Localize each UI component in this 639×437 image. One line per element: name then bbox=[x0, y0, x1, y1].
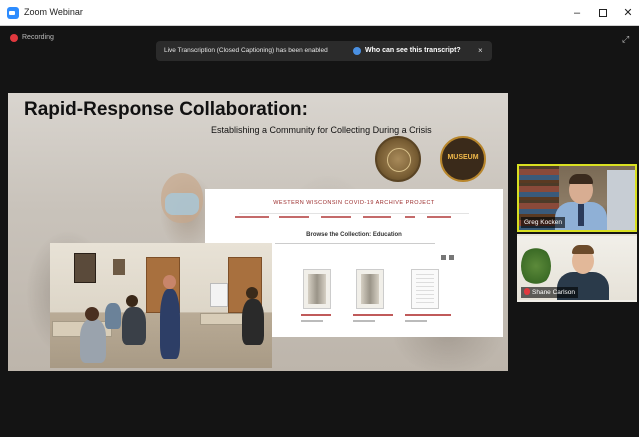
title-bar: Zoom Webinar – ✕ bbox=[0, 0, 639, 26]
student-image bbox=[105, 303, 121, 329]
window-title: Zoom Webinar bbox=[24, 7, 83, 17]
wall-painting-image bbox=[113, 259, 125, 275]
website-rule bbox=[275, 243, 435, 244]
muted-microphone-icon bbox=[524, 288, 530, 295]
website-divider bbox=[239, 213, 469, 214]
collection-item-caption bbox=[353, 314, 393, 316]
recording-dot-icon bbox=[10, 34, 18, 42]
participant-video-tile[interactable]: Greg Kocken bbox=[517, 164, 637, 232]
participant-name-tag: Shane Carlson bbox=[521, 287, 578, 298]
student-image bbox=[242, 299, 264, 345]
maximize-button[interactable] bbox=[591, 4, 615, 22]
teacher-head-image bbox=[163, 275, 176, 289]
teacher-image bbox=[160, 289, 180, 359]
tie-image bbox=[578, 204, 584, 226]
collection-item-caption bbox=[301, 314, 331, 316]
list-view-icon bbox=[449, 255, 454, 260]
museum-logo-text: MUSEUM bbox=[447, 154, 479, 161]
window-image bbox=[607, 170, 635, 230]
university-seal-logo bbox=[375, 136, 421, 182]
slide-subtitle: Establishing a Community for Collecting … bbox=[211, 125, 432, 135]
student-image bbox=[80, 319, 106, 363]
participant-video-tile[interactable]: Shane Carlson bbox=[517, 234, 637, 302]
who-can-see-transcript-link[interactable]: Who can see this transcript? bbox=[365, 41, 461, 61]
student-head-image bbox=[126, 295, 138, 307]
student-head-image bbox=[246, 287, 258, 299]
banner-message: Live Transcription (Closed Captioning) h… bbox=[164, 47, 328, 54]
website-nav bbox=[235, 216, 475, 224]
museum-logo: MUSEUM bbox=[440, 136, 486, 182]
browse-heading: Browse the Collection: Education bbox=[306, 232, 402, 238]
maximize-icon bbox=[599, 9, 607, 18]
banner-close-button[interactable]: × bbox=[478, 41, 483, 61]
easel-image bbox=[210, 283, 228, 307]
participant-hair-image bbox=[572, 245, 594, 254]
zoom-webinar-window: Zoom Webinar – ✕ Recording ⤢ Live Transc… bbox=[0, 0, 639, 437]
minimize-button[interactable]: – bbox=[565, 4, 589, 22]
wall-painting-image bbox=[74, 253, 96, 283]
collection-item-thumbnail bbox=[411, 269, 439, 309]
zoom-logo-icon bbox=[7, 7, 19, 19]
collection-item-thumbnail bbox=[303, 269, 331, 309]
close-button[interactable]: ✕ bbox=[616, 4, 639, 22]
participant-name: Shane Carlson bbox=[532, 289, 575, 296]
plant-image bbox=[521, 246, 551, 286]
collection-item-thumbnail bbox=[356, 269, 384, 309]
face-mask-image bbox=[165, 193, 199, 215]
student-head-image bbox=[85, 307, 99, 321]
collection-item-caption bbox=[405, 314, 451, 316]
website-title: WESTERN WISCONSIN COVID-19 ARCHIVE PROJE… bbox=[273, 200, 435, 206]
shared-screen-slide: Rapid-Response Collaboration: Establishi… bbox=[8, 93, 508, 371]
classroom-photo bbox=[50, 243, 272, 368]
collection-item-date bbox=[405, 320, 427, 322]
student-image bbox=[122, 307, 146, 345]
grid-view-icon bbox=[441, 255, 446, 260]
recording-label: Recording bbox=[22, 34, 54, 41]
collection-item-date bbox=[353, 320, 375, 322]
person-icon bbox=[353, 47, 361, 55]
participant-hair-image bbox=[569, 174, 593, 184]
collection-item-date bbox=[301, 320, 323, 322]
transcription-banner: Live Transcription (Closed Captioning) h… bbox=[156, 41, 492, 61]
participant-name: Greg Kocken bbox=[521, 217, 565, 228]
slide-title: Rapid-Response Collaboration: bbox=[24, 99, 308, 120]
fullscreen-icon[interactable]: ⤢ bbox=[622, 34, 632, 44]
